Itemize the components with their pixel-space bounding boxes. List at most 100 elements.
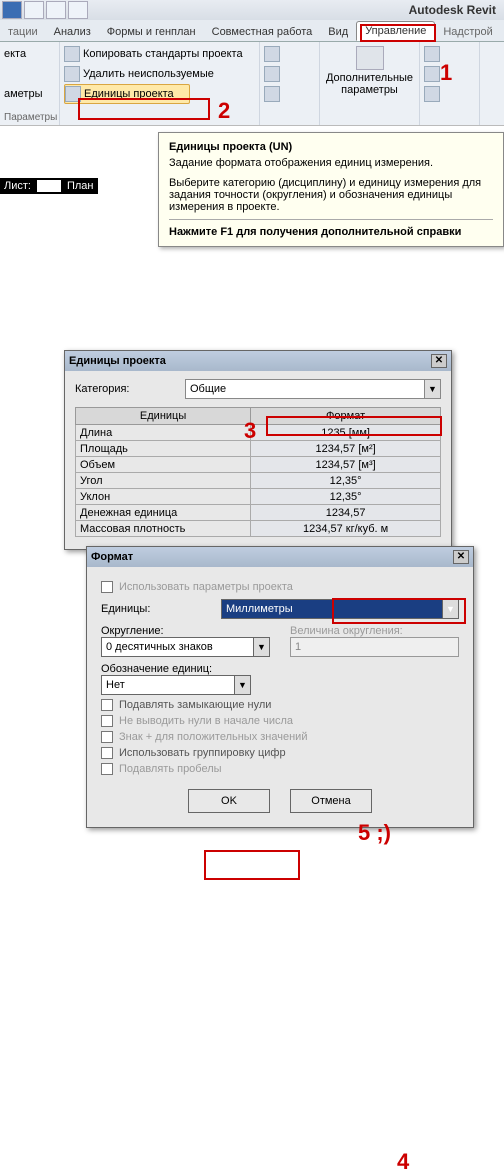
graph-icon[interactable] [424, 66, 440, 82]
titlebar: Autodesk Revit [0, 0, 504, 20]
unit-cell: Уклон [76, 489, 251, 505]
table-row[interactable]: Массовая плотность1234,57 кг/куб. м [76, 521, 441, 537]
round-amount-label: Величина округления: [290, 625, 459, 637]
symbol-select[interactable]: Нет ▼ [101, 675, 251, 695]
sheet-label: Лист: План [0, 178, 98, 194]
mark-3: 3 [244, 418, 256, 444]
rounding-value: 0 десятичных знаков [106, 641, 213, 653]
format-cell[interactable]: 1234,57 [м³] [251, 457, 441, 473]
addl-label-1: Дополнительные [326, 72, 413, 84]
checkbox-icon [101, 763, 113, 775]
table-row[interactable]: Объем1234,57 [м³] [76, 457, 441, 473]
mark-4: 4 [397, 1149, 409, 1175]
suppress-spaces-checkbox: Подавлять пробелы [101, 763, 459, 775]
trash-icon [64, 66, 80, 82]
purge-unused-button[interactable]: Удалить неиспользуемые [64, 64, 255, 84]
plus-sign-checkbox: Знак + для положительных значений [101, 731, 459, 743]
table-row[interactable]: Денежная единица1234,57 [76, 505, 441, 521]
globe-icon[interactable] [424, 46, 440, 62]
format-cell[interactable]: 12,35° [251, 489, 441, 505]
symbol-label: Обозначение единиц: [101, 663, 459, 675]
highlight-units-btn [78, 98, 210, 120]
digit-grouping-checkbox[interactable]: Использовать группировку цифр [101, 747, 459, 759]
additional-params-button[interactable]: Дополнительные параметры [324, 44, 415, 98]
highlight-units-select [332, 598, 466, 624]
qat-btn-1[interactable] [2, 1, 22, 19]
copy-icon [64, 46, 80, 62]
unit-cell: Массовая плотность [76, 521, 251, 537]
unit-cell: Длина [76, 425, 251, 441]
tooltip-footer: Нажмите F1 для получения дополнительной … [169, 226, 493, 238]
format-title: Формат [91, 551, 133, 563]
chevron-down-icon: ▼ [253, 638, 269, 656]
ribbon-row-1[interactable]: екта [4, 44, 55, 64]
qat-btn-3[interactable] [46, 1, 66, 19]
category-value: Общие [190, 383, 226, 395]
format-cell[interactable]: 12,35° [251, 473, 441, 489]
opt-icon[interactable] [424, 86, 440, 102]
wrench-icon [356, 46, 384, 70]
btn-c-icon[interactable] [264, 86, 280, 102]
quick-access-toolbar [0, 1, 88, 19]
use-project-checkbox: Использовать параметры проекта [101, 581, 459, 593]
cancel-button[interactable]: Отмена [290, 789, 372, 813]
table-row[interactable]: Угол12,35° [76, 473, 441, 489]
tab-collab[interactable]: Совместная работа [204, 23, 321, 41]
checkbox-icon [101, 715, 113, 727]
ribbon-row-3[interactable]: аметры [4, 84, 55, 104]
format-dialog: Формат ✕ Использовать параметры проекта … [86, 546, 474, 828]
col-units[interactable]: Единицы [76, 408, 251, 425]
table-row[interactable]: Уклон12,35° [76, 489, 441, 505]
close-icon[interactable]: ✕ [431, 354, 447, 368]
highlight-tab [360, 24, 436, 42]
format-titlebar[interactable]: Формат ✕ [87, 547, 473, 567]
sheet-value[interactable] [37, 180, 61, 192]
chevron-down-icon: ▼ [424, 380, 440, 398]
tab-addins[interactable]: Надстрой [435, 23, 500, 41]
unit-cell: Площадь [76, 441, 251, 457]
mark-1: 1 [440, 60, 452, 86]
ok-button[interactable]: OK [188, 789, 270, 813]
highlight-ok [204, 850, 300, 880]
dialog-title: Единицы проекта [69, 355, 166, 367]
dialog-titlebar[interactable]: Единицы проекта ✕ [65, 351, 451, 371]
checkbox-icon [101, 747, 113, 759]
rounding-label: Округление: [101, 625, 270, 637]
panel-label-params: Параметры [4, 112, 55, 123]
tooltip-title: Единицы проекта (UN) [169, 141, 493, 153]
tab-annotations[interactable]: тации [0, 23, 46, 41]
btn-b-icon[interactable] [264, 66, 280, 82]
suppress-trailing-checkbox[interactable]: Подавлять замыкающие нули [101, 699, 459, 711]
project-units-dialog: Единицы проекта ✕ Категория: Общие ▼ Еди… [64, 350, 452, 550]
btn-a-icon[interactable] [264, 46, 280, 62]
qat-btn-2[interactable] [24, 1, 44, 19]
category-combo[interactable]: Общие ▼ [185, 379, 441, 399]
round-amount-input: 1 [290, 637, 459, 657]
tooltip-line-2: Выберите категорию (дисциплину) и единиц… [169, 177, 493, 213]
close-icon[interactable]: ✕ [453, 550, 469, 564]
tooltip: Единицы проекта (UN) Задание формата ото… [158, 132, 504, 247]
checkbox-icon [101, 581, 113, 593]
suppress-leading-checkbox: Не выводить нули в начале числа [101, 715, 459, 727]
unit-cell: Угол [76, 473, 251, 489]
unit-cell: Объем [76, 457, 251, 473]
purge-unused-label: Удалить неиспользуемые [83, 68, 214, 80]
format-cell[interactable]: 1234,57 кг/куб. м [251, 521, 441, 537]
app-title: Autodesk Revit [409, 3, 496, 17]
copy-standards-button[interactable]: Копировать стандарты проекта [64, 44, 255, 64]
format-cell[interactable]: 1234,57 [м²] [251, 441, 441, 457]
format-cell[interactable]: 1234,57 [251, 505, 441, 521]
chevron-down-icon: ▼ [234, 676, 250, 694]
table-row[interactable]: Площадь1234,57 [м²] [76, 441, 441, 457]
copy-standards-label: Копировать стандарты проекта [83, 48, 243, 60]
tab-analysis[interactable]: Анализ [46, 23, 99, 41]
tab-view[interactable]: Вид [320, 23, 356, 41]
qat-btn-4[interactable] [68, 1, 88, 19]
tab-massing[interactable]: Формы и генплан [99, 23, 204, 41]
checkbox-icon [101, 699, 113, 711]
ribbon: екта аметры Параметры Копировать стандар… [0, 42, 504, 126]
mark-2: 2 [218, 98, 230, 124]
tooltip-line-1: Задание формата отображения единиц измер… [169, 157, 493, 169]
rounding-select[interactable]: 0 десятичных знаков ▼ [101, 637, 270, 657]
checkbox-icon [101, 731, 113, 743]
